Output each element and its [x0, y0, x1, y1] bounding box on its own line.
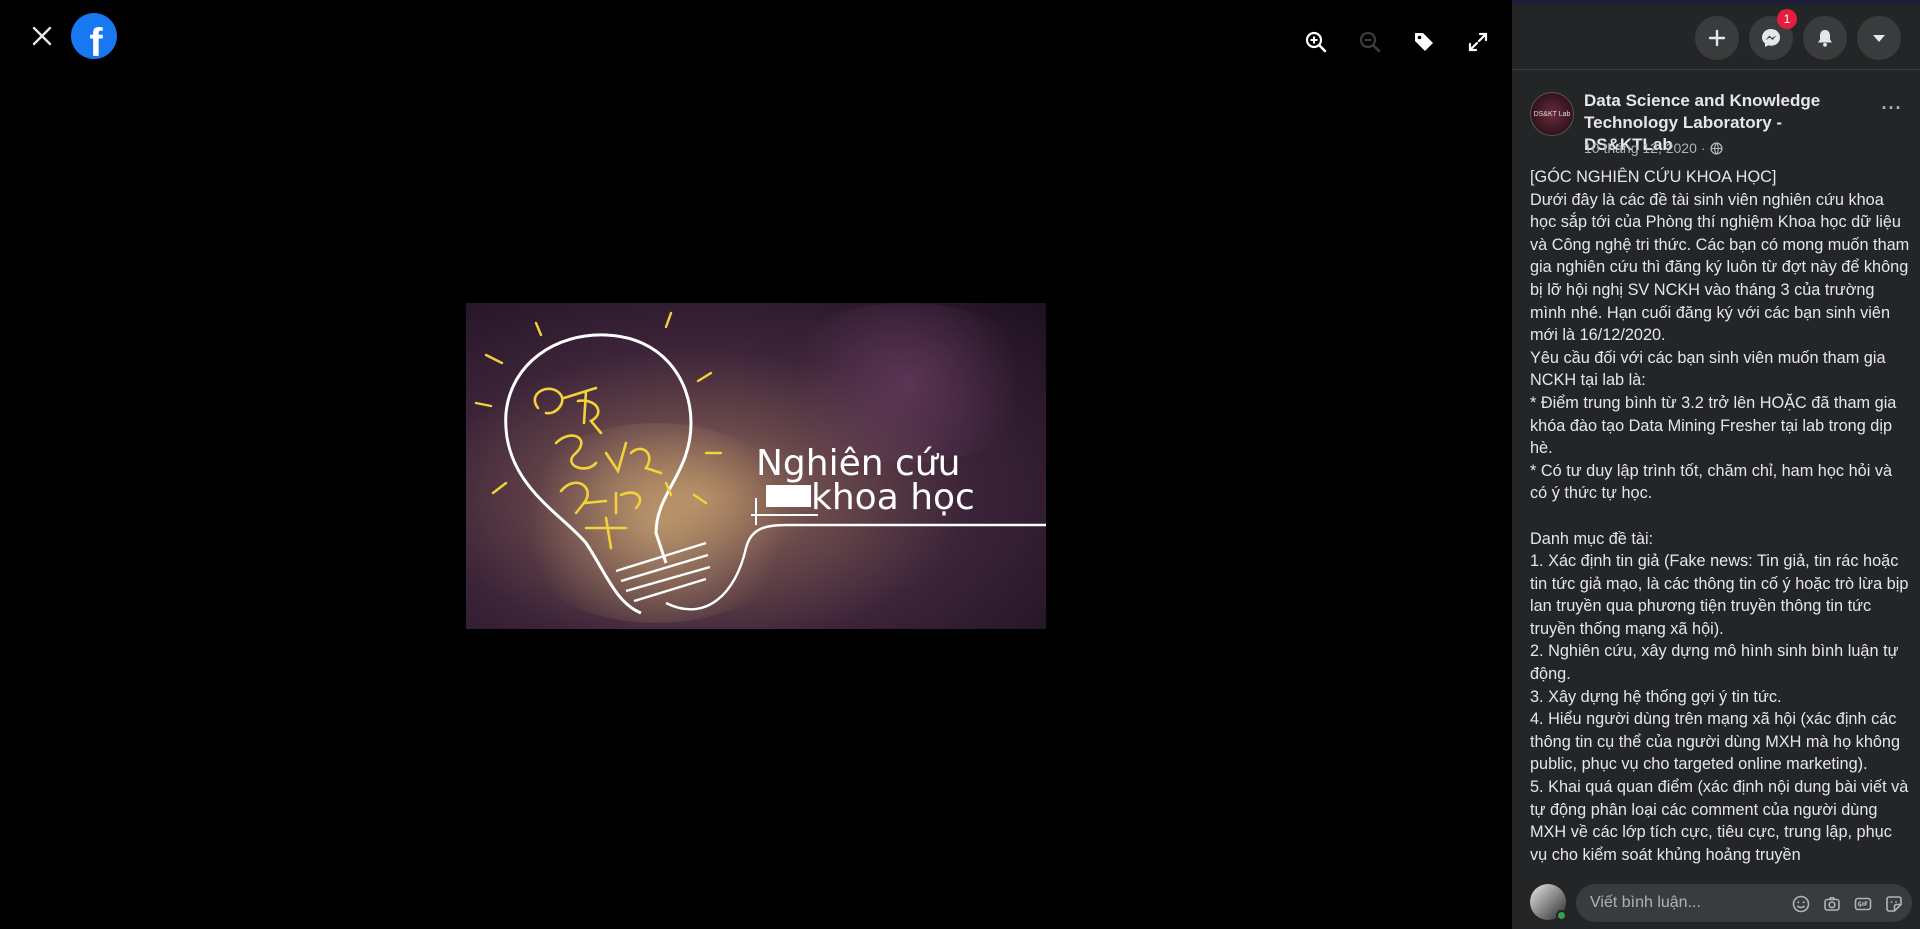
meta-separator: · — [1700, 140, 1706, 156]
facebook-logo[interactable]: f — [71, 13, 117, 59]
comment-composer — [1512, 874, 1920, 929]
notifications-button[interactable] — [1803, 16, 1847, 60]
post-paragraph: 2. Nghiên cứu, xây dựng mô hình sinh bìn… — [1530, 642, 1899, 684]
post-meta: 10 tháng 12, 2020 · — [1584, 140, 1723, 156]
post-paragraph: [GÓC NGHIÊN CỨU KHOA HỌC] — [1530, 168, 1777, 186]
zoom-in-icon — [1305, 31, 1327, 53]
plus-icon — [1708, 29, 1726, 47]
sticker-icon — [1885, 895, 1902, 912]
post-paragraph: 5. Khai quá quan điểm (xác định nội dung… — [1530, 778, 1909, 864]
bell-icon — [1818, 30, 1832, 47]
comment-box[interactable] — [1576, 884, 1912, 922]
zoom-out-icon — [1359, 31, 1381, 53]
post-paragraph: * Điểm trung bình từ 3.2 trở lên HOẶC đã… — [1530, 393, 1897, 458]
page-avatar[interactable]: DS&KT Lab — [1530, 92, 1574, 136]
caret-down-icon — [1873, 35, 1885, 42]
zoom-in-button[interactable] — [1300, 26, 1332, 58]
messenger-badge: 1 — [1777, 9, 1797, 29]
post-options-button[interactable]: ··· — [1878, 98, 1906, 118]
post-header: DS&KT Lab Data Science and Knowledge Tec… — [1530, 90, 1910, 160]
gif-button[interactable] — [1852, 893, 1873, 914]
photo-headline-line1: Nghiên cứu — [756, 443, 961, 484]
create-button[interactable] — [1695, 16, 1739, 60]
post-text: [GÓC NGHIÊN CỨU KHOA HỌC] Dưới đây là cá… — [1530, 166, 1910, 874]
page-avatar-text: DS&KT Lab — [1533, 110, 1571, 118]
close-icon — [32, 26, 52, 46]
post-paragraph: * Có tư duy lập trình tốt, chăm chỉ, ham… — [1530, 461, 1893, 503]
sticker-button[interactable] — [1883, 893, 1904, 914]
messenger-button[interactable]: 1 — [1749, 9, 1797, 60]
post-paragraph: Danh mục đề tài: — [1530, 529, 1654, 548]
panel-header: 1 — [1512, 4, 1920, 70]
fullscreen-button[interactable] — [1462, 26, 1494, 58]
account-menu-button[interactable] — [1857, 16, 1901, 60]
photo-viewer: f Nghiên cứu khoa học — [0, 0, 1512, 929]
post-date[interactable]: 10 tháng 12, 2020 — [1584, 140, 1697, 156]
facebook-logo-letter: f — [89, 21, 103, 59]
gif-icon — [1854, 897, 1871, 910]
photo-headline-line2: khoa học — [811, 477, 975, 518]
photo-headline: Nghiên cứu khoa học — [756, 443, 1046, 518]
emoji-button[interactable] — [1790, 893, 1811, 914]
post-paragraph: Yêu cầu đối với các bạn sinh viên muốn t… — [1530, 348, 1886, 390]
comment-tools — [1790, 893, 1904, 914]
zoom-out-button[interactable] — [1354, 26, 1386, 58]
camera-icon — [1823, 896, 1840, 911]
fullscreen-icon — [1468, 32, 1488, 52]
photo-attach-button[interactable] — [1821, 893, 1842, 914]
post-paragraph: Dưới đây là các đề tài sinh viên nghiên … — [1530, 190, 1910, 345]
tag-button[interactable] — [1408, 26, 1440, 58]
tag-icon — [1415, 33, 1433, 51]
post-side-panel: 1 DS&KT Lab Data Science and Knowledge T… — [1512, 4, 1920, 929]
online-status-dot — [1556, 910, 1567, 921]
emoji-icon — [1792, 895, 1809, 912]
messenger-icon — [1762, 29, 1780, 47]
close-button[interactable] — [22, 20, 62, 52]
post-paragraph: 3. Xây dựng hệ thống gợi ý tin tức. — [1530, 687, 1782, 706]
photo-toolbar — [1300, 26, 1494, 58]
comment-input[interactable] — [1590, 894, 1790, 912]
post-photo[interactable]: Nghiên cứu khoa học — [466, 303, 1046, 629]
post-paragraph: 4. Hiểu người dùng trên mạng xã hội (xác… — [1530, 710, 1901, 774]
globe-icon[interactable] — [1709, 141, 1723, 155]
post-paragraph: 1. Xác định tin giả (Fake news: Tin giả,… — [1530, 552, 1909, 638]
